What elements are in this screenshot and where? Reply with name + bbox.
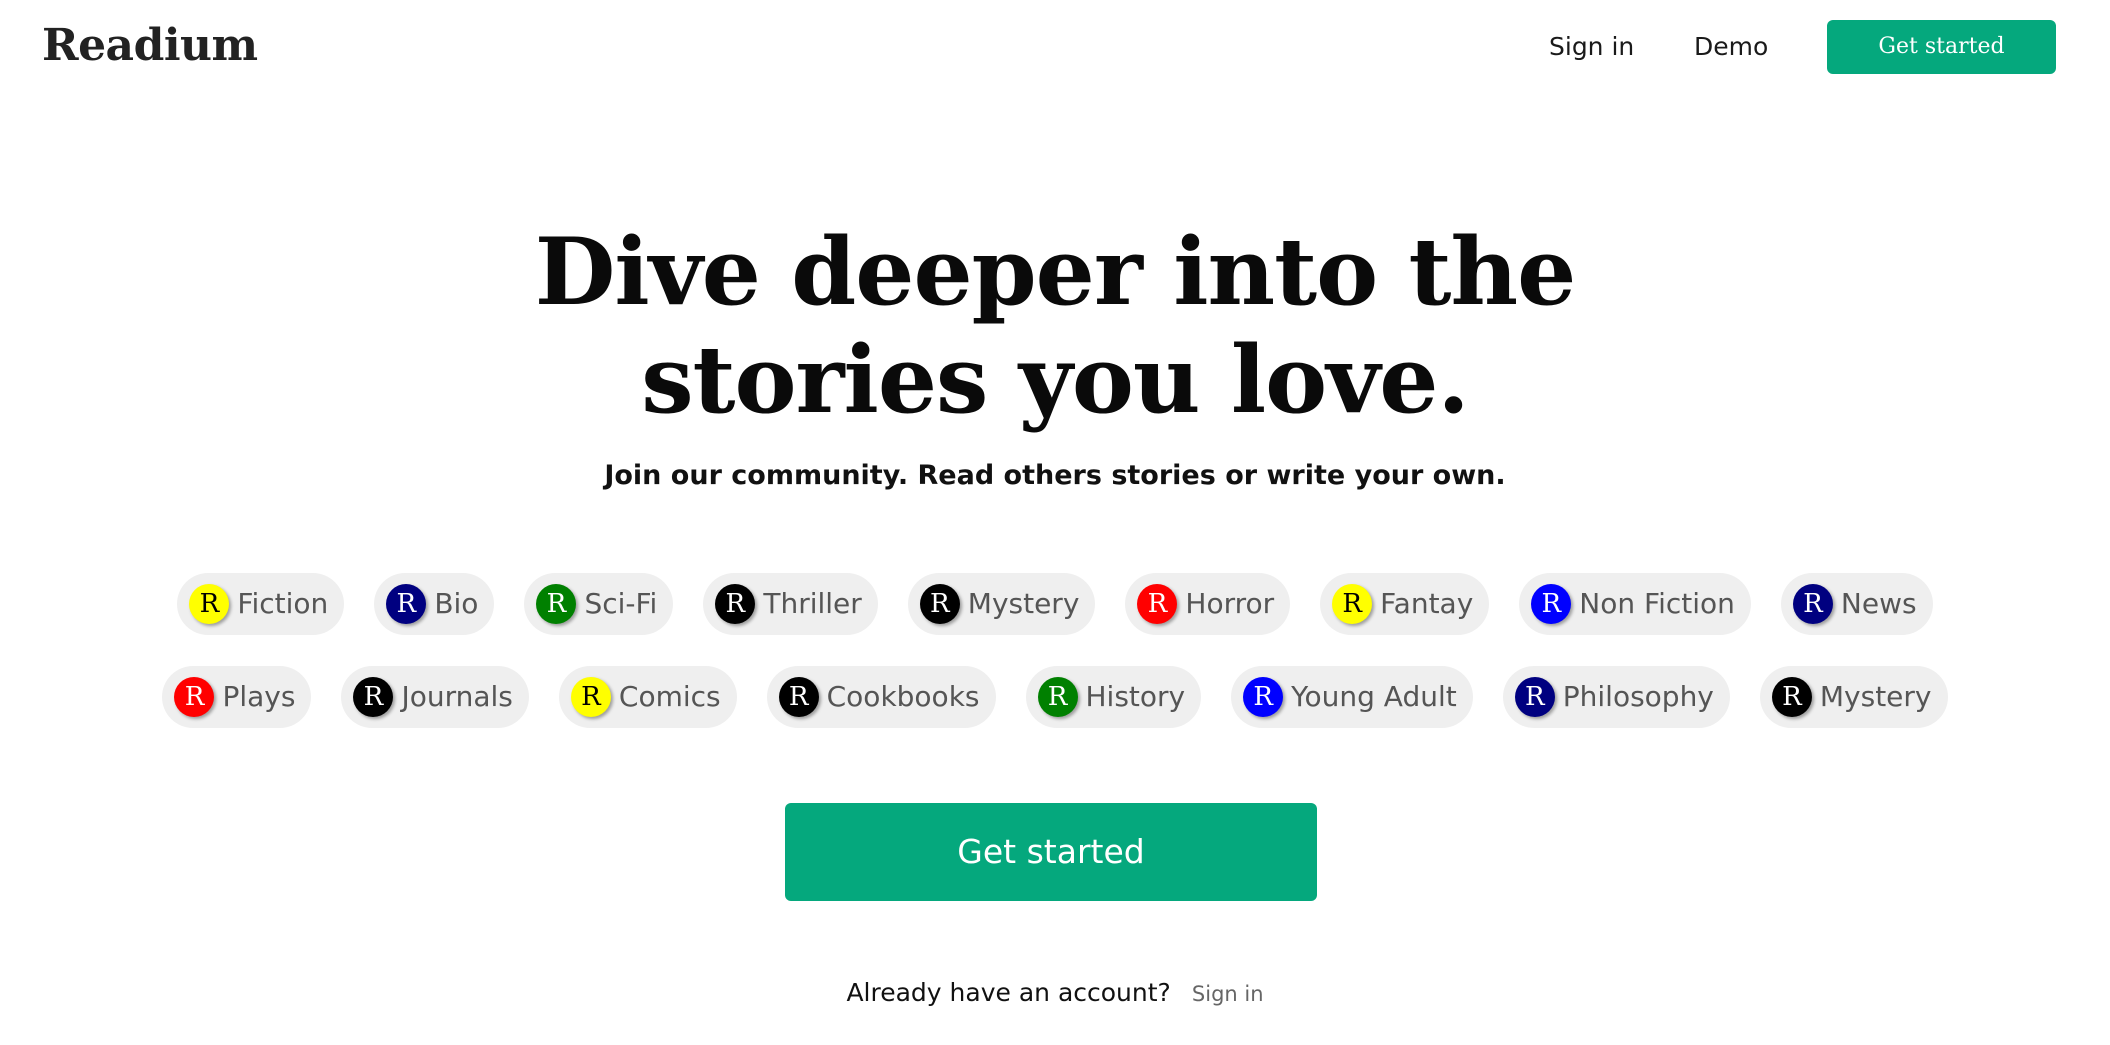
genre-label: Comics xyxy=(618,680,721,713)
genre-badge-icon: R xyxy=(386,584,427,624)
genre-chip-thriller[interactable]: R Thriller xyxy=(703,573,878,635)
genre-badge-icon: R xyxy=(536,584,577,624)
genre-chip-sci-fi[interactable]: R Sci-Fi xyxy=(524,573,674,635)
genre-badge-icon: R xyxy=(919,584,960,624)
hero-title: Dive deeper into the stories you love. xyxy=(0,218,2110,434)
genre-label: News xyxy=(1840,587,1917,620)
hero-title-line-2: stories you love. xyxy=(641,325,1470,434)
genre-chip-history[interactable]: R History xyxy=(1025,666,1202,728)
genre-chip-fiction[interactable]: R Fiction xyxy=(177,573,345,635)
genre-chip-non-fiction[interactable]: R Non Fiction xyxy=(1519,573,1751,635)
genre-badge-icon: R xyxy=(1243,677,1284,717)
genre-label: Horror xyxy=(1185,587,1275,620)
genre-label: Fiction xyxy=(237,587,329,620)
genre-badge-icon: R xyxy=(570,677,611,717)
footer-sign-in-link[interactable]: Sign in xyxy=(1192,982,1264,1006)
genre-chip-journals[interactable]: R Journals xyxy=(341,666,529,728)
top-nav: Readium Sign in Demo Get started xyxy=(0,0,2110,94)
genre-label: Bio xyxy=(434,587,479,620)
genre-badge-icon: R xyxy=(174,677,215,717)
genre-chip-mystery[interactable]: R Mystery xyxy=(1759,666,1948,728)
genre-chip-mystery[interactable]: R Mystery xyxy=(907,573,1096,635)
get-started-button[interactable]: Get started xyxy=(785,803,1317,901)
genre-badge-icon: R xyxy=(1332,584,1373,624)
genre-row-2: R Plays R Journals R Comics R Cookbooks R History… xyxy=(0,666,2110,728)
genre-chip-bio[interactable]: R Bio xyxy=(374,573,495,635)
genre-chip-philosophy[interactable]: R Philosophy xyxy=(1502,666,1730,728)
genre-label: Sci-Fi xyxy=(584,587,658,620)
genre-label: Journals xyxy=(401,680,513,713)
genre-badge-icon: R xyxy=(353,677,394,717)
genre-badge-icon: R xyxy=(1514,677,1555,717)
genre-label: Thriller xyxy=(763,587,862,620)
genre-badge-icon: R xyxy=(1137,584,1178,624)
genre-label: Mystery xyxy=(1819,680,1932,713)
sign-in-prompt: Already have an account? Sign in xyxy=(0,976,2110,1011)
genre-label: Non Fiction xyxy=(1579,587,1735,620)
genre-chip-plays[interactable]: R Plays xyxy=(162,666,312,728)
genre-chip-horror[interactable]: R Horror xyxy=(1125,573,1291,635)
genre-label: Mystery xyxy=(967,587,1080,620)
hero-title-line-1: Dive deeper into the xyxy=(534,217,1577,326)
genre-badge-icon: R xyxy=(189,584,230,624)
genre-label: Fantay xyxy=(1380,587,1474,620)
brand-logo[interactable]: Readium xyxy=(42,20,258,72)
genre-row-1: R Fiction R Bio R Sci-Fi R Thriller R Mystery R Hor… xyxy=(0,573,2110,635)
genre-chip-cookbooks[interactable]: R Cookbooks xyxy=(766,666,996,728)
genre-label: Philosophy xyxy=(1562,680,1714,713)
hero-subtitle: Join our community. Read others stories … xyxy=(604,460,1506,491)
genre-chip-comics[interactable]: R Comics xyxy=(558,666,737,728)
genre-chip-young-adult[interactable]: R Young Adult xyxy=(1231,666,1473,728)
genre-badge-icon: R xyxy=(715,584,756,624)
genre-label: Cookbooks xyxy=(826,680,980,713)
already-account-text: Already have an account? xyxy=(846,978,1171,1007)
genre-badge-icon: R xyxy=(1037,677,1078,717)
nav-sign-in-link[interactable]: Sign in xyxy=(1549,30,1634,64)
genre-badge-icon: R xyxy=(1792,584,1833,624)
genre-badge-icon: R xyxy=(1771,677,1812,717)
genre-chip-news[interactable]: R News xyxy=(1780,573,1933,635)
nav-get-started-button[interactable]: Get started xyxy=(1827,20,2056,74)
genre-chip-fantay[interactable]: R Fantay xyxy=(1320,573,1490,635)
genre-label: History xyxy=(1085,680,1186,713)
genre-badge-icon: R xyxy=(778,677,819,717)
genre-label: Plays xyxy=(222,680,296,713)
genre-badge-icon: R xyxy=(1531,584,1572,624)
genre-label: Young Adult xyxy=(1291,680,1457,713)
nav-demo-link[interactable]: Demo xyxy=(1694,30,1768,64)
